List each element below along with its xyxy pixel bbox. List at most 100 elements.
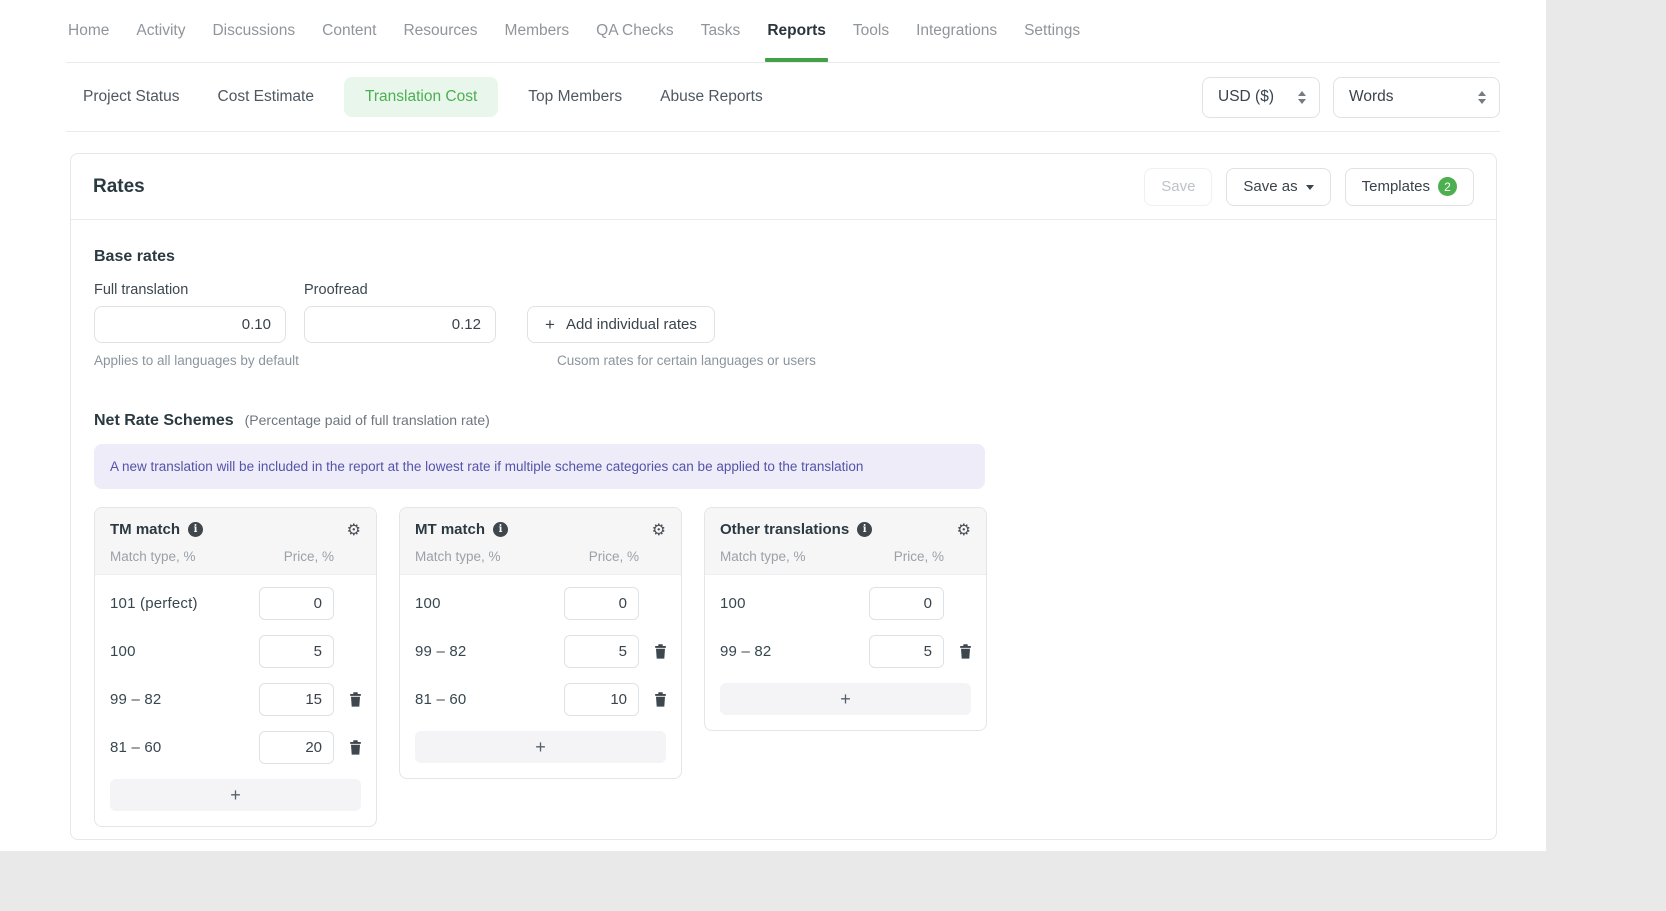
tab-top-members[interactable]: Top Members <box>528 88 622 106</box>
other-translations-card: Other translations i ⚙ Match type, % Pri… <box>704 507 987 731</box>
info-icon[interactable]: i <box>188 522 203 537</box>
tm-match-settings-button[interactable]: ⚙ <box>347 522 361 538</box>
save-as-label: Save as <box>1243 178 1297 195</box>
nav-item-reports[interactable]: Reports <box>767 0 826 62</box>
info-icon[interactable]: i <box>857 522 872 537</box>
match-range-label: 100 <box>415 595 564 612</box>
rate-input[interactable] <box>869 635 944 668</box>
add-individual-rates-label: Add individual rates <box>566 316 697 333</box>
proofread-field: Proofread <box>304 282 496 343</box>
lowest-rate-info-banner: A new translation will be included in th… <box>94 444 985 489</box>
mt-match-header: MT match i ⚙ Match type, % Price, % <box>400 508 681 574</box>
rate-input[interactable] <box>259 731 334 764</box>
rates-card-body: Base rates Full translation Proofread + … <box>71 220 1496 827</box>
nav-item-activity[interactable]: Activity <box>136 0 185 62</box>
tm-match-title: TM match <box>110 521 180 538</box>
gear-icon: ⚙ <box>347 520 361 539</box>
match-range-label: 99 – 82 <box>720 643 869 660</box>
nav-item-resources[interactable]: Resources <box>403 0 477 62</box>
table-row: 100 <box>705 579 986 627</box>
rate-input[interactable] <box>259 635 334 668</box>
rate-input[interactable] <box>259 587 334 620</box>
mt-match-settings-button[interactable]: ⚙ <box>652 522 666 538</box>
delete-row-button[interactable] <box>654 644 667 659</box>
trash-icon <box>349 740 362 755</box>
delete-row-button[interactable] <box>959 644 972 659</box>
tm-match-card: TM match i ⚙ Match type, % Price, % 101 … <box>94 507 377 827</box>
match-type-column-header: Match type, % <box>110 549 196 564</box>
currency-select[interactable]: USD ($) <box>1202 77 1320 118</box>
rate-input[interactable] <box>564 587 639 620</box>
add-row-button[interactable]: + <box>415 731 666 763</box>
rates-actions: Save Save as Templates 2 <box>1144 168 1474 206</box>
match-range-label: 101 (perfect) <box>110 595 259 612</box>
table-row: 100 <box>400 579 681 627</box>
net-rate-schemes-heading: Net Rate Schemes (Percentage paid of ful… <box>94 412 1472 430</box>
report-options: USD ($) Words <box>1202 77 1500 118</box>
match-range-label: 100 <box>110 643 259 660</box>
other-translations-settings-button[interactable]: ⚙ <box>957 522 971 538</box>
tab-project-status[interactable]: Project Status <box>83 88 180 106</box>
nav-item-reports-label: Reports <box>767 22 826 40</box>
templates-count-badge: 2 <box>1438 177 1457 196</box>
nav-item-tools[interactable]: Tools <box>853 0 889 62</box>
info-icon[interactable]: i <box>493 522 508 537</box>
rate-input[interactable] <box>564 635 639 668</box>
templates-label: Templates <box>1362 178 1430 195</box>
add-row-button[interactable]: + <box>720 683 971 715</box>
price-column-header: Price, % <box>894 549 971 564</box>
tab-abuse-reports[interactable]: Abuse Reports <box>660 88 763 106</box>
proofread-input[interactable] <box>304 306 496 343</box>
other-translations-title: Other translations <box>720 521 849 538</box>
full-translation-label: Full translation <box>94 282 286 298</box>
templates-button[interactable]: Templates 2 <box>1345 168 1474 206</box>
base-rates-help-text: Applies to all languages by default <box>94 353 557 368</box>
nav-item-integrations[interactable]: Integrations <box>916 0 997 62</box>
add-individual-rates-button[interactable]: + Add individual rates <box>527 306 715 343</box>
base-rates-help: Applies to all languages by default Cuso… <box>94 353 1472 368</box>
match-range-label: 99 – 82 <box>110 691 259 708</box>
match-type-column-header: Match type, % <box>720 549 806 564</box>
nav-item-discussions[interactable]: Discussions <box>212 0 295 62</box>
rate-input[interactable] <box>869 587 944 620</box>
nav-item-members[interactable]: Members <box>505 0 570 62</box>
save-as-button[interactable]: Save as <box>1226 168 1330 206</box>
trash-icon <box>654 692 667 707</box>
save-button[interactable]: Save <box>1144 168 1212 206</box>
currency-select-value: USD ($) <box>1218 88 1274 106</box>
mt-match-rows: 100 99 – 82 81 – 60 <box>400 574 681 763</box>
select-arrows-icon <box>1298 91 1306 104</box>
trash-icon <box>349 692 362 707</box>
nav-item-tasks[interactable]: Tasks <box>701 0 741 62</box>
nav-item-settings[interactable]: Settings <box>1024 0 1080 62</box>
nav-item-home[interactable]: Home <box>68 0 109 62</box>
match-range-label: 81 – 60 <box>110 739 259 756</box>
plus-icon: + <box>535 738 546 756</box>
delete-row-button[interactable] <box>349 692 362 707</box>
base-rates-title: Base rates <box>94 248 1472 266</box>
full-translation-input[interactable] <box>94 306 286 343</box>
page: Home Activity Discussions Content Resour… <box>0 0 1546 851</box>
active-tab-underline <box>765 58 828 62</box>
add-row-button[interactable]: + <box>110 779 361 811</box>
tab-cost-estimate[interactable]: Cost Estimate <box>218 88 314 106</box>
gear-icon: ⚙ <box>957 520 971 539</box>
proofread-label: Proofread <box>304 282 496 298</box>
rate-input[interactable] <box>259 683 334 716</box>
table-row: 81 – 60 <box>95 723 376 771</box>
delete-row-button[interactable] <box>349 740 362 755</box>
rate-input[interactable] <box>564 683 639 716</box>
unit-select[interactable]: Words <box>1333 77 1500 118</box>
table-row: 81 – 60 <box>400 675 681 723</box>
match-type-column-header: Match type, % <box>415 549 501 564</box>
match-range-label: 99 – 82 <box>415 643 564 660</box>
gear-icon: ⚙ <box>652 520 666 539</box>
nav-item-qa-checks[interactable]: QA Checks <box>596 0 674 62</box>
tm-match-header: TM match i ⚙ Match type, % Price, % <box>95 508 376 574</box>
plus-icon: + <box>545 316 555 333</box>
delete-row-button[interactable] <box>654 692 667 707</box>
tab-translation-cost[interactable]: Translation Cost <box>344 77 498 117</box>
other-translations-header: Other translations i ⚙ Match type, % Pri… <box>705 508 986 574</box>
top-nav: Home Activity Discussions Content Resour… <box>66 0 1500 63</box>
nav-item-content[interactable]: Content <box>322 0 376 62</box>
